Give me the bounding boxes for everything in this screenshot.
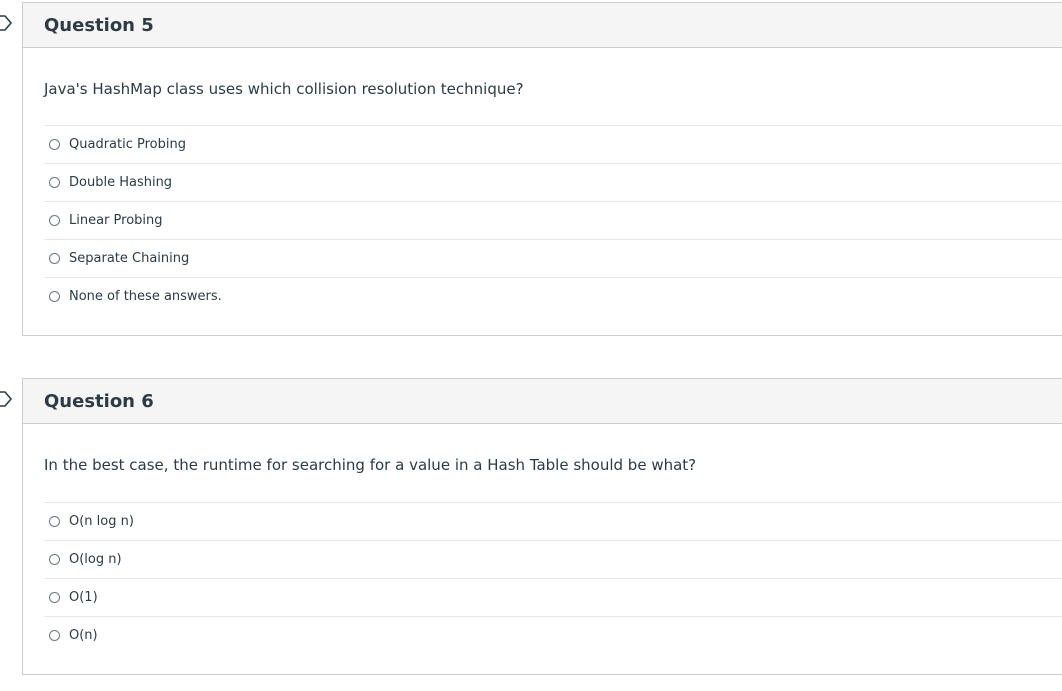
answer-option[interactable]: O(log n) bbox=[44, 540, 1062, 578]
radio-unselected-icon[interactable] bbox=[49, 253, 60, 264]
radio-unselected-icon[interactable] bbox=[49, 291, 60, 302]
question-text: Java's HashMap class uses which collisio… bbox=[44, 80, 524, 98]
answer-label: Linear Probing bbox=[69, 213, 163, 228]
radio-unselected-icon[interactable] bbox=[49, 630, 60, 641]
answer-option[interactable]: Separate Chaining bbox=[44, 239, 1062, 277]
answer-label: O(1) bbox=[69, 590, 98, 605]
radio-unselected-icon[interactable] bbox=[49, 139, 60, 150]
answer-option[interactable]: Linear Probing bbox=[44, 201, 1062, 239]
radio-unselected-icon[interactable] bbox=[49, 177, 60, 188]
radio-unselected-icon[interactable] bbox=[49, 215, 60, 226]
answer-label: O(log n) bbox=[69, 552, 122, 567]
answer-option[interactable]: O(n log n) bbox=[44, 502, 1062, 540]
answer-option[interactable]: O(1) bbox=[44, 578, 1062, 616]
answer-list: Quadratic Probing Double Hashing Linear … bbox=[44, 125, 1062, 315]
answer-label: Separate Chaining bbox=[69, 251, 190, 266]
answer-option[interactable]: O(n) bbox=[44, 616, 1062, 654]
question-header: Question 5 bbox=[23, 3, 1062, 48]
radio-unselected-icon[interactable] bbox=[49, 554, 60, 565]
radio-unselected-icon[interactable] bbox=[49, 516, 60, 527]
question-card: Question 5 Java's HashMap class uses whi… bbox=[22, 2, 1062, 336]
answer-label: None of these answers. bbox=[69, 289, 222, 304]
answer-label: O(n log n) bbox=[69, 514, 134, 529]
answer-label: Double Hashing bbox=[69, 175, 173, 190]
answer-option[interactable]: Double Hashing bbox=[44, 163, 1062, 201]
answer-label: O(n) bbox=[69, 628, 98, 643]
answer-list: O(n log n) O(log n) O(1) O(n) bbox=[44, 502, 1062, 654]
question-title: Question 5 bbox=[44, 14, 154, 36]
bookmark-flag-icon[interactable] bbox=[0, 391, 12, 407]
question-text: In the best case, the runtime for search… bbox=[44, 456, 697, 474]
quiz-page: Question 5 Java's HashMap class uses whi… bbox=[0, 0, 1062, 691]
question-card: Question 6 In the best case, the runtime… bbox=[22, 378, 1062, 675]
radio-unselected-icon[interactable] bbox=[49, 592, 60, 603]
answer-option[interactable]: Quadratic Probing bbox=[44, 125, 1062, 163]
question-title: Question 6 bbox=[44, 390, 154, 412]
bookmark-flag-icon[interactable] bbox=[0, 15, 12, 31]
question-header: Question 6 bbox=[23, 379, 1062, 424]
answer-label: Quadratic Probing bbox=[69, 137, 186, 152]
answer-option[interactable]: None of these answers. bbox=[44, 277, 1062, 315]
